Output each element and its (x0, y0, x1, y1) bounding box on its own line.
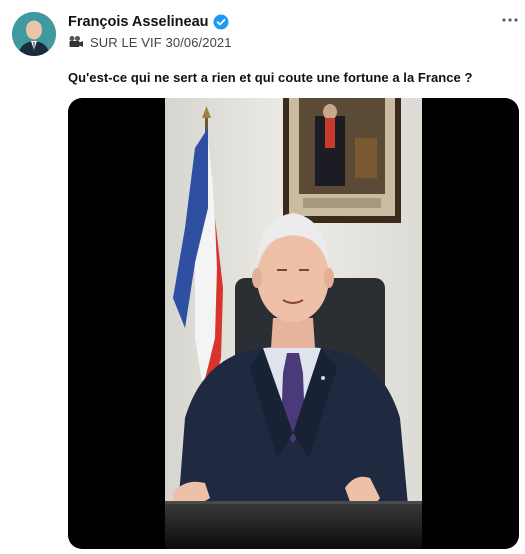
movie-camera-icon (68, 35, 84, 49)
post-date-label: SUR LE VIF 30/06/2021 (90, 34, 232, 50)
video-player[interactable] (68, 98, 519, 549)
author-avatar[interactable] (12, 12, 56, 56)
post-subtitle: SUR LE VIF 30/06/2021 (68, 34, 232, 50)
more-options-icon[interactable] (500, 12, 520, 28)
author-header: François Asselineau (68, 13, 229, 31)
post-text: Qu'est-ce qui ne sert a rien et qui cout… (68, 70, 473, 85)
author-name[interactable]: François Asselineau (68, 14, 209, 30)
verified-badge-icon (213, 14, 229, 30)
video-thumbnail[interactable] (165, 98, 422, 549)
post-card: François Asselineau SUR LE VIF 30/06/202… (0, 0, 525, 554)
